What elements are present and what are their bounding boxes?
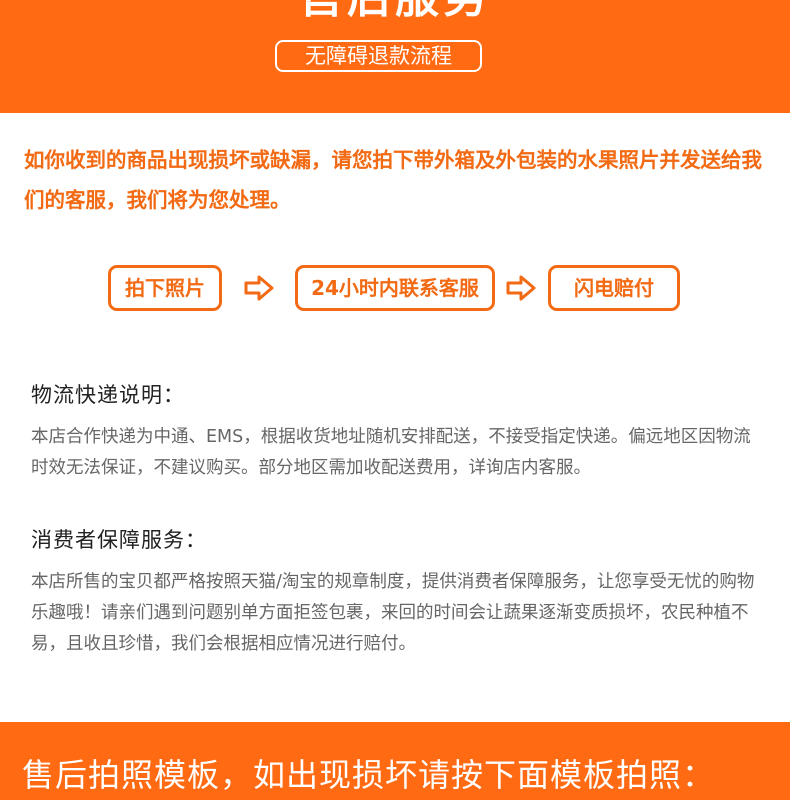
logistics-section-body: 本店合作快递为中通、EMS，根据收货地址随机安排配送，不接受指定快递。偏远地区因… — [31, 427, 751, 478]
header-banner: 售后服务 无障碍退款流程 — [0, 0, 790, 113]
logistics-section-title: 物流快递说明： — [31, 383, 185, 407]
photo-template-banner: 售后拍照模板，如出现损坏请按下面模板拍照： — [0, 722, 790, 800]
step-contact-service: 24小时内联系客服 — [295, 265, 495, 311]
guarantee-section-body: 本店所售的宝贝都严格按照天猫/淘宝的规章制度，提供消费者保障服务，让您享受无忧的… — [31, 572, 755, 654]
photo-template-title: 售后拍照模板，如出现损坏请按下面模板拍照： — [22, 756, 716, 794]
intro-text: 如你收到的商品出现损坏或缺漏，请您拍下带外箱及外包装的水果照片并发送给我们的客服… — [24, 148, 762, 212]
refund-process-badge: 无障碍退款流程 — [275, 40, 482, 72]
arrow-right-icon — [244, 275, 274, 301]
page-title: 售后服务 — [0, 0, 790, 24]
step-fast-compensation: 闪电赔付 — [548, 265, 680, 311]
step-take-photo: 拍下照片 — [108, 265, 222, 311]
guarantee-section-title: 消费者保障服务： — [31, 528, 207, 552]
arrow-right-icon — [506, 275, 536, 301]
